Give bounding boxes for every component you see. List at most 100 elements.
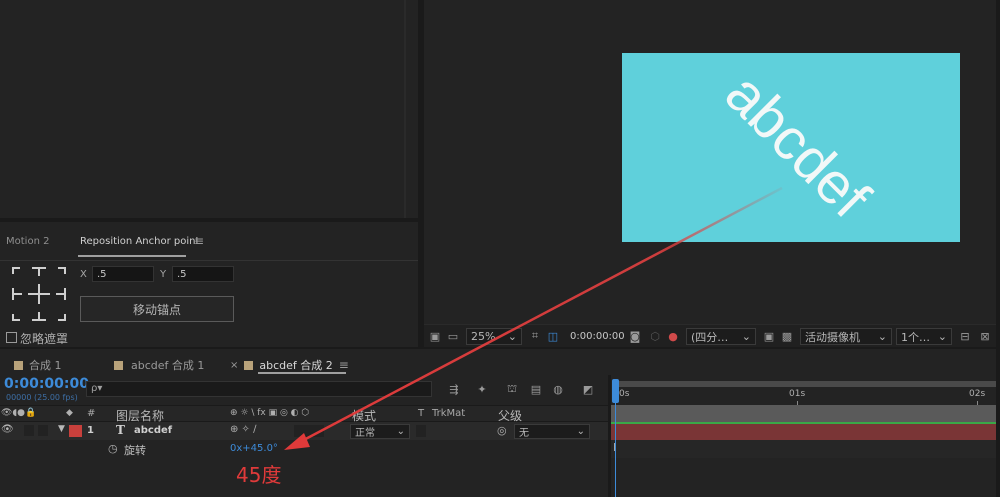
move-anchor-button[interactable]: 移动锚点 bbox=[80, 296, 234, 322]
expand-triangle-icon[interactable]: ▼ bbox=[58, 424, 65, 434]
composition-canvas[interactable]: abcdef bbox=[622, 53, 960, 242]
playhead-marker[interactable] bbox=[612, 379, 619, 403]
stopwatch-icon[interactable]: ◷ bbox=[108, 442, 118, 455]
tab-active-underline bbox=[78, 255, 186, 257]
tab-abcdef-comp-1[interactable]: abcdef 合成 1 bbox=[114, 357, 204, 373]
chevron-down-icon: ⌄ bbox=[877, 330, 887, 343]
views-dropdown[interactable]: 1个… ⌄ bbox=[896, 328, 952, 345]
anchor-point-grid-icon[interactable] bbox=[10, 266, 68, 322]
layer-duration-bar[interactable] bbox=[611, 422, 1000, 440]
layer-number: 1 bbox=[87, 425, 94, 436]
share-view-icon[interactable]: ⊠ bbox=[978, 329, 992, 343]
timeline-controls: 0:00:00:00 00000 (25.00 fps) ρ▾ ⇶ ✦ ⛫ ▤ … bbox=[0, 375, 608, 405]
effects-panel: Motion 2 Reposition Anchor point ≡ X .5 … bbox=[0, 222, 418, 347]
motion-blur-icon[interactable]: ◍ bbox=[550, 381, 566, 397]
layer-name[interactable]: abcdef bbox=[134, 425, 172, 436]
resolution-dropdown[interactable]: (四分… ⌄ bbox=[686, 328, 756, 345]
shy-layers-icon[interactable]: ⛫ bbox=[504, 381, 520, 397]
layer-column-headers: 👁◖●🔒 ◆ # 图层名称 ⊕ ☼ \ fx ▣ ◎ ◐ ⬡ 模式 T TrkM… bbox=[0, 405, 608, 423]
tab-comp-1[interactable]: 合成 1 bbox=[14, 357, 62, 373]
ruler-label-01s: 01s bbox=[789, 389, 806, 399]
label-color-swatch[interactable] bbox=[69, 425, 82, 437]
header-switches: ⊕ ☼ \ fx ▣ ◎ ◐ ⬡ bbox=[230, 408, 310, 418]
composition-icon bbox=[244, 360, 254, 370]
label-tag-icon: ◆ bbox=[66, 408, 73, 418]
header-hash: # bbox=[87, 408, 96, 419]
property-row[interactable]: ◷ 旋转 0x+45.0° bbox=[0, 440, 608, 458]
parent-dropdown[interactable]: 无 ⌄ bbox=[514, 424, 590, 439]
zoom-dropdown[interactable]: 25% ⌄ bbox=[466, 328, 522, 345]
close-icon[interactable]: × bbox=[230, 360, 238, 371]
chevron-down-icon: ⌄ bbox=[396, 426, 405, 437]
tab-active-underline bbox=[258, 372, 346, 374]
mode-dropdown[interactable]: 正常 ⌄ bbox=[350, 424, 410, 439]
search-input[interactable]: ρ▾ bbox=[86, 381, 432, 397]
project-panel bbox=[0, 0, 418, 218]
text-layer-icon: T bbox=[116, 423, 125, 437]
camera-snapshot-icon[interactable]: ◙ bbox=[628, 329, 642, 343]
ruler-label-02s: 02s bbox=[969, 389, 986, 399]
timeline-tracks: 0s 01s 02s I bbox=[611, 375, 1000, 497]
parent-value: 无 bbox=[519, 428, 529, 439]
transparency-grid-icon[interactable]: ◫ bbox=[546, 329, 560, 343]
switch-box[interactable] bbox=[294, 425, 324, 437]
layer-switches[interactable]: ⊕ ✧ ∕ bbox=[230, 424, 256, 435]
panel-divider bbox=[404, 0, 406, 218]
hamburger-menu-icon[interactable]: ≡ bbox=[339, 358, 349, 372]
panel-header-divider bbox=[0, 260, 418, 261]
tab-motion-2[interactable]: Motion 2 bbox=[6, 236, 49, 247]
x-label: X bbox=[80, 269, 87, 280]
right-edge-strip bbox=[996, 0, 1000, 497]
zoom-value: 25% bbox=[471, 330, 496, 343]
graph-editor-icon[interactable]: ◩ bbox=[580, 381, 596, 397]
chevron-down-icon: ⌄ bbox=[507, 330, 517, 343]
timeline-empty-area bbox=[0, 458, 608, 497]
viewer-timecode[interactable]: 0:00:00:00 bbox=[570, 331, 625, 342]
tab-abcdef-comp-1-label: abcdef 合成 1 bbox=[131, 359, 205, 372]
frame-blending-icon[interactable]: ▤ bbox=[528, 381, 544, 397]
chevron-down-icon: ⌄ bbox=[937, 330, 947, 343]
y-label: Y bbox=[160, 269, 167, 280]
ignore-mask-label: 忽略遮罩 bbox=[20, 332, 69, 346]
tab-abcdef-comp-2[interactable]: × abcdef 合成 2 ≡ bbox=[230, 357, 349, 373]
search-icon: ρ▾ bbox=[91, 383, 103, 394]
camera-dropdown[interactable]: 活动摄像机 ⌄ bbox=[800, 328, 892, 345]
pick-whip-icon[interactable]: ◎ bbox=[497, 424, 507, 437]
rotation-value[interactable]: 0x+45.0° bbox=[230, 443, 278, 454]
solo-toggle[interactable] bbox=[38, 425, 48, 436]
hamburger-menu-icon[interactable]: ≡ bbox=[194, 234, 204, 248]
current-time[interactable]: 0:00:00:00 bbox=[4, 376, 89, 392]
chevron-down-icon: ⌄ bbox=[576, 426, 585, 437]
always-preview-icon[interactable]: ▣ bbox=[428, 329, 442, 343]
audio-toggle[interactable] bbox=[24, 425, 34, 436]
show-snapshot-icon[interactable]: ⬡ bbox=[648, 329, 662, 343]
views-value: 1个… bbox=[901, 330, 930, 344]
ignore-mask-checkbox[interactable] bbox=[6, 332, 17, 343]
color-channels-icon[interactable]: ● bbox=[666, 329, 680, 343]
ruler-label-0s: 0s bbox=[619, 389, 630, 399]
camera-value: 活动摄像机 bbox=[805, 330, 860, 344]
resolution-value: (四分… bbox=[691, 330, 729, 344]
property-name: 旋转 bbox=[124, 444, 146, 457]
region-of-interest-icon[interactable]: ⌗ bbox=[528, 329, 542, 343]
track-header-row bbox=[611, 405, 1000, 422]
layout-icon[interactable]: ⊟ bbox=[958, 329, 972, 343]
chevron-down-icon: ⌄ bbox=[741, 330, 751, 343]
header-trkmat: TrkMat bbox=[432, 408, 466, 419]
x-value-field[interactable]: .5 bbox=[92, 266, 154, 282]
toggle-transparency-icon[interactable]: ▩ bbox=[780, 329, 794, 343]
composition-icon bbox=[14, 360, 23, 370]
t-preserve-toggle[interactable] bbox=[416, 425, 426, 437]
time-ruler[interactable] bbox=[611, 387, 1000, 405]
header-t: T bbox=[418, 408, 425, 419]
monitor-icon[interactable]: ▭ bbox=[446, 329, 460, 343]
visibility-eye-icon[interactable]: 👁 bbox=[1, 424, 14, 435]
viewer-toolbar: ▣ ▭ 25% ⌄ ⌗ ◫ 0:00:00:00 ◙ ⬡ ● (四分… ⌄ ▣ ▩ … bbox=[424, 324, 1000, 347]
comp-flowchart-icon[interactable]: ⇶ bbox=[446, 381, 462, 397]
layer-row[interactable]: 👁 ▼ 1 T abcdef ⊕ ✧ ∕ 正常 ⌄ ◎ 无 ⌄ bbox=[0, 422, 608, 440]
tab-reposition-anchor[interactable]: Reposition Anchor point bbox=[80, 236, 199, 247]
fast-preview-icon[interactable]: ▣ bbox=[762, 329, 776, 343]
y-value-field[interactable]: .5 bbox=[172, 266, 234, 282]
frame-info: 00000 (25.00 fps) bbox=[6, 393, 78, 402]
draft-3d-icon[interactable]: ✦ bbox=[474, 381, 490, 397]
